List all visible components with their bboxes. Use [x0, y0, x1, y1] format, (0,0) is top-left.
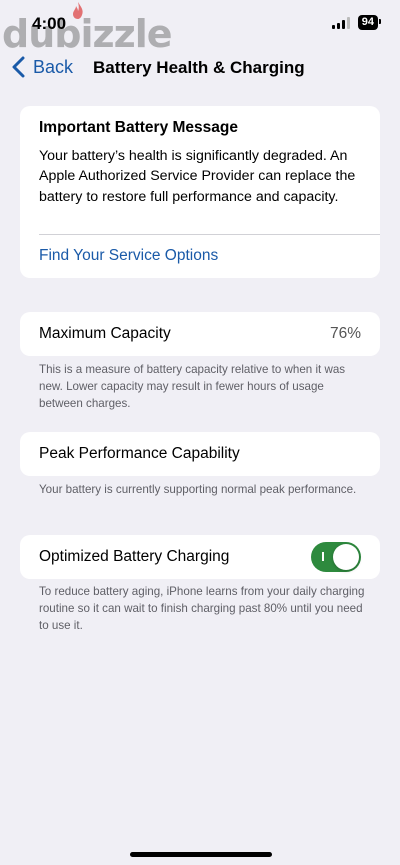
- watermark-logo: dubizzle: [2, 12, 173, 56]
- chevron-left-icon: [12, 56, 25, 78]
- battery-level: 94: [361, 16, 374, 28]
- maximum-capacity-label: Maximum Capacity: [39, 325, 171, 342]
- toggle-on-mark: [322, 552, 324, 561]
- message-title: Important Battery Message: [39, 119, 238, 136]
- maximum-capacity-footnote: This is a measure of battery capacity re…: [39, 363, 346, 410]
- status-bar: dubizzle 4:00 94: [0, 0, 400, 56]
- home-indicator[interactable]: [130, 852, 272, 857]
- maximum-capacity-value: 76%: [329, 325, 361, 342]
- battery-message-card: Important Battery Message Your battery’s…: [20, 106, 380, 278]
- optimized-charging-row: Optimized Battery Charging: [20, 535, 380, 579]
- flame-icon: [73, 2, 83, 19]
- battery-icon: 94: [357, 15, 382, 30]
- status-time: 4:00: [32, 14, 67, 33]
- find-service-options-link[interactable]: Find Your Service Options: [39, 247, 218, 265]
- back-label: Back: [33, 56, 74, 77]
- back-button[interactable]: Back: [12, 56, 73, 78]
- maximum-capacity-row: Maximum Capacity 76%: [20, 312, 380, 356]
- page-title: Battery Health & Charging: [93, 58, 305, 77]
- status-indicators: 94: [331, 15, 382, 30]
- optimized-charging-footnote: To reduce battery aging, iPhone learns f…: [39, 585, 365, 632]
- signal-icon: [331, 16, 350, 29]
- peak-performance-label: Peak Performance Capability: [39, 445, 240, 462]
- toggle-knob: [333, 544, 359, 570]
- optimized-charging-toggle[interactable]: [311, 542, 361, 572]
- message-body: Your battery’s health is significantly d…: [39, 148, 356, 205]
- navigation-bar: Back Battery Health & Charging: [0, 52, 400, 86]
- peak-performance-row: Peak Performance Capability: [20, 432, 380, 476]
- peak-performance-footnote: Your battery is currently supporting nor…: [39, 483, 357, 496]
- divider: [39, 234, 380, 235]
- optimized-charging-label: Optimized Battery Charging: [39, 548, 230, 565]
